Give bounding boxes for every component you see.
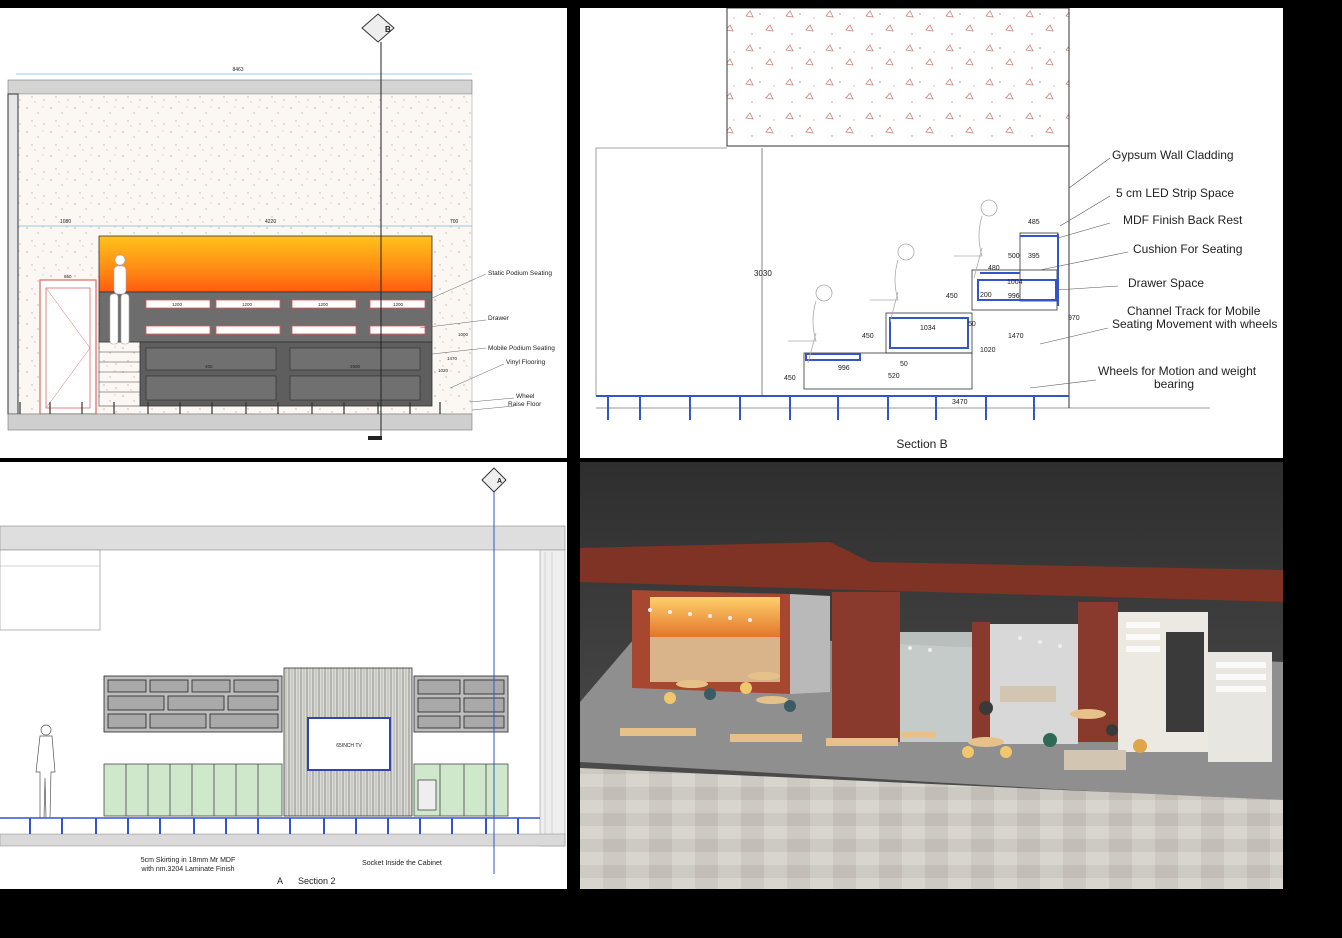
dim-seat-3: 1200 (318, 302, 329, 307)
dim-450b: 450 (862, 333, 874, 340)
dim-seat-4: 1200 (393, 302, 404, 307)
meeting-room (990, 624, 1078, 744)
label-channel-1: Channel Track for Mobile (1127, 304, 1261, 318)
dim-450c: 450 (784, 375, 796, 382)
door: 660 (39, 274, 97, 415)
dim-1034: 1034 (920, 325, 936, 332)
dim-1020: 1020 (980, 347, 996, 354)
dim-500: 500 (1008, 253, 1020, 260)
dim-3470: 3470 (952, 399, 968, 406)
svg-text:65INCH TV: 65INCH TV (336, 743, 362, 749)
note-socket: Socket Inside the Cabinet (362, 860, 442, 867)
tv-screen: 65INCH TV (307, 717, 391, 771)
dim-50a: 50 (968, 321, 976, 328)
label-drawer: Drawer (488, 315, 510, 322)
dim-1470: 1470 (1008, 333, 1024, 340)
section-b-drawing: 3030 485 500 395 480 1004 450 200 996 50… (595, 8, 1277, 451)
dim-450a: 450 (946, 293, 958, 300)
dim-drawer-2: 2900 (350, 364, 361, 369)
standing-figure (35, 724, 56, 819)
section-2-drawing: 65INCH TV A 5cm Skirting in 18mm Mr MDF (0, 467, 566, 886)
section-2-panel: 65INCH TV A 5cm Skirting in 18mm Mr MDF (0, 462, 567, 889)
dim-height: 3030 (754, 269, 772, 278)
dim-seat-2: 1200 (242, 302, 253, 307)
section-2-pedestals (29, 818, 519, 834)
elevation-drawing-panel: 8463 1080 4220 700 1200 1200 1200 1200 4… (0, 8, 567, 458)
dim-520: 520 (888, 373, 900, 380)
note-skirting-1: 5cm Skirting in 18mm Mr MDF (141, 857, 236, 864)
dim-50b: 50 (900, 361, 908, 368)
elevation-drawing: 8463 1080 4220 700 1200 1200 1200 1200 4… (7, 13, 555, 440)
label-channel-2: Seating Movement with wheels (1112, 317, 1277, 331)
interior-render (580, 462, 1283, 889)
svg-text:A: A (497, 478, 502, 485)
dim-200: 200 (980, 292, 992, 299)
seated-figures (788, 199, 998, 364)
door-width: 660 (64, 274, 72, 279)
dim-1004: 1004 (1007, 279, 1023, 286)
section-2-prefix: A (277, 876, 283, 886)
label-wheel: Wheel (516, 393, 535, 400)
section-b-title: Section B (896, 437, 947, 451)
column-left (832, 592, 900, 742)
dim-996a: 996 (1008, 293, 1020, 300)
note-skirting-2: with nm.3204 Laminate Finish (141, 866, 235, 873)
dim-side-2: 1470 (447, 356, 458, 361)
svg-text:B: B (385, 25, 391, 34)
label-static-podium: Static Podium Seating (488, 270, 552, 277)
tv-unit (1166, 632, 1204, 732)
label-drawer-space: Drawer Space (1128, 276, 1204, 290)
label-mdf: MDF Finish Back Rest (1123, 213, 1243, 227)
dim-970: 970 (1068, 315, 1080, 322)
dim-seat-1: 1200 (172, 302, 183, 307)
led-backlit-panel (98, 235, 433, 293)
interior-render-panel (580, 462, 1283, 889)
label-vinyl: Vinyl Flooring (506, 359, 546, 366)
label-cushion: Cushion For Seating (1133, 242, 1242, 256)
dim-mid: 4220 (265, 219, 276, 225)
label-led: 5 cm LED Strip Space (1116, 186, 1234, 200)
label-gypsum: Gypsum Wall Cladding (1112, 148, 1234, 162)
dim-side-1: 1000 (458, 332, 469, 337)
upper-cabinets-left (103, 675, 283, 733)
section-2-title: Section 2 (298, 876, 336, 886)
label-wheels-1: Wheels for Motion and weight (1098, 364, 1257, 378)
dim-996b: 996 (838, 365, 850, 372)
dim-480: 480 (988, 265, 1000, 272)
dim-485: 485 (1028, 219, 1040, 226)
section-b-panel: 3030 485 500 395 480 1004 450 200 996 50… (580, 8, 1283, 458)
dim-395: 395 (1028, 253, 1040, 260)
label-wheels-2: bearing (1154, 377, 1194, 391)
label-raise-floor: Raise Floor (508, 401, 542, 408)
overall-dimension: 8463 (232, 67, 243, 73)
podium-led-strip (650, 597, 780, 637)
label-mobile-podium: Mobile Podium Seating (488, 345, 555, 352)
dim-right: 700 (450, 219, 459, 225)
dim-side-3: 1020 (438, 368, 449, 373)
dim-left: 1080 (60, 219, 71, 225)
dim-drawer-1: 400 (205, 364, 213, 369)
